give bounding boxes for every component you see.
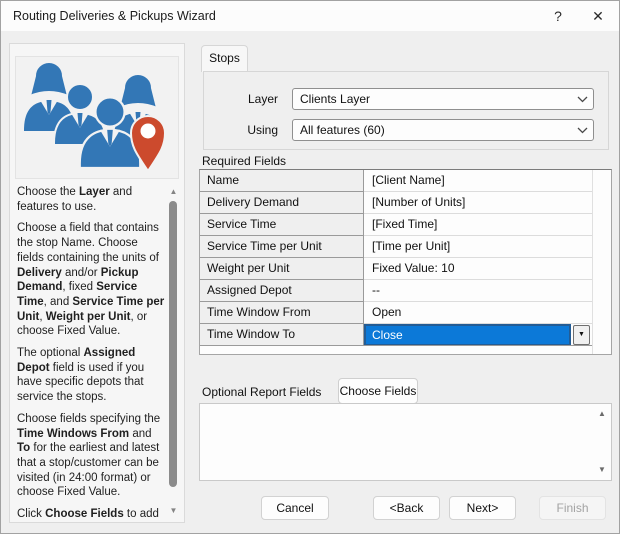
- selected-value-combobox[interactable]: Close: [364, 324, 571, 346]
- field-value-cell[interactable]: [Time per Unit]: [364, 236, 592, 258]
- scroll-down-icon[interactable]: ▼: [594, 463, 610, 477]
- instruction-paragraph: Choose fields specifying the Time Window…: [17, 412, 165, 500]
- listbox-scrollbar[interactable]: ▲ ▼: [594, 405, 610, 479]
- field-name-cell: Time Window From: [200, 302, 364, 324]
- field-name-cell: Weight per Unit: [200, 258, 364, 280]
- window-title: Routing Deliveries & Pickups Wizard: [13, 9, 216, 23]
- next-button[interactable]: Next>: [449, 496, 516, 520]
- required-fields-grid: Name[Client Name]Delivery Demand[Number …: [199, 169, 612, 355]
- layer-combobox[interactable]: Clients Layer: [292, 88, 594, 110]
- field-name-cell: Assigned Depot: [200, 280, 364, 302]
- scroll-down-icon[interactable]: ▼: [166, 504, 181, 517]
- table-row: Weight per UnitFixed Value: 10: [200, 258, 592, 280]
- wizard-dialog: Routing Deliveries & Pickups Wizard ? ✕: [0, 0, 620, 534]
- field-value-cell[interactable]: Close▼: [364, 324, 592, 346]
- finish-button: Finish: [539, 496, 606, 520]
- using-combobox[interactable]: All features (60): [292, 119, 594, 141]
- chevron-down-icon: [571, 123, 593, 137]
- field-value-cell[interactable]: Fixed Value: 10: [364, 258, 592, 280]
- people-group-icon: [16, 57, 178, 178]
- field-value-cell[interactable]: Open: [364, 302, 592, 324]
- table-row: Time Window FromOpen: [200, 302, 592, 324]
- sidebar-scrollbar[interactable]: ▲ ▼: [166, 185, 181, 517]
- instruction-paragraph: The optional Assigned Depot field is use…: [17, 346, 165, 405]
- layer-value: Clients Layer: [300, 92, 571, 106]
- scroll-up-icon[interactable]: ▲: [166, 185, 181, 198]
- field-name-cell: Name: [200, 170, 364, 192]
- field-name-cell: Service Time per Unit: [200, 236, 364, 258]
- sidebar: Choose the Layer and features to use. Cho…: [9, 43, 185, 523]
- layer-groupbox: Layer Clients Layer Using All features (…: [203, 71, 609, 150]
- field-value-cell[interactable]: [Number of Units]: [364, 192, 592, 214]
- using-label: Using: [208, 123, 278, 137]
- chevron-down-icon: [571, 92, 593, 106]
- close-button[interactable]: ✕: [581, 1, 615, 31]
- field-name-cell: Delivery Demand: [200, 192, 364, 214]
- table-row: Service Time per Unit[Time per Unit]: [200, 236, 592, 258]
- optional-report-fields-label: Optional Report Fields: [202, 385, 321, 399]
- table-row: Assigned Depot--: [200, 280, 592, 302]
- table-row: Service Time[Fixed Time]: [200, 214, 592, 236]
- grid-scroll-strip: [592, 170, 611, 354]
- using-value: All features (60): [300, 123, 571, 137]
- instruction-paragraph: Click Choose Fields to add data to be in…: [17, 507, 165, 522]
- field-value-cell[interactable]: --: [364, 280, 592, 302]
- clients-illustration: [15, 56, 179, 179]
- optional-fields-listbox[interactable]: ▲ ▼: [199, 403, 612, 481]
- layer-label: Layer: [208, 92, 278, 106]
- field-name-cell: Service Time: [200, 214, 364, 236]
- instruction-paragraph: Choose a field that contains the stop Na…: [17, 221, 165, 339]
- tab-stops[interactable]: Stops: [201, 45, 248, 72]
- titlebar: Routing Deliveries & Pickups Wizard ? ✕: [1, 1, 619, 31]
- wizard-instructions: Choose the Layer and features to use. Cho…: [17, 185, 165, 522]
- back-button[interactable]: <Back: [373, 496, 440, 520]
- table-row: Time Window ToClose▼: [200, 324, 592, 346]
- table-row: Delivery Demand[Number of Units]: [200, 192, 592, 214]
- field-value-cell[interactable]: [Fixed Time]: [364, 214, 592, 236]
- help-button[interactable]: ?: [541, 1, 575, 31]
- cancel-button[interactable]: Cancel: [261, 496, 329, 520]
- instruction-paragraph: Choose the Layer and features to use.: [17, 185, 165, 214]
- choose-fields-button[interactable]: Choose Fields: [338, 378, 418, 404]
- field-name-cell: Time Window To: [200, 324, 364, 346]
- field-value-cell[interactable]: [Client Name]: [364, 170, 592, 192]
- required-fields-label: Required Fields: [202, 154, 286, 168]
- table-row: Name[Client Name]: [200, 170, 592, 192]
- dropdown-arrow-button[interactable]: ▼: [573, 325, 590, 345]
- scroll-up-icon[interactable]: ▲: [594, 407, 610, 421]
- scroll-thumb[interactable]: [169, 201, 177, 487]
